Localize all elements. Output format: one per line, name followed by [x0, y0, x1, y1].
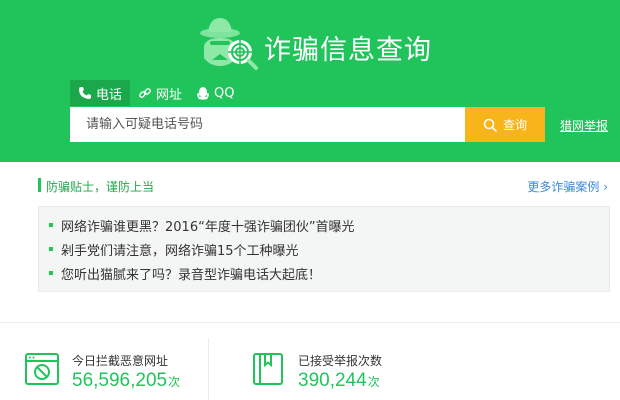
search-type-tabs: 电话 网址 QQ — [70, 80, 243, 106]
tips-header: 防骗贴士，谨防上当 更多诈骗案例 › — [38, 176, 610, 196]
chevron-right-icon: › — [603, 180, 608, 194]
news-item-text: 网络诈骗谁更黑？2016“年度十强诈骗团伙”首曝光 — [61, 219, 355, 235]
search-bar: 查询 — [70, 107, 545, 142]
list-item[interactable]: 网络诈骗谁更黑？2016“年度十强诈骗团伙”首曝光 — [49, 213, 609, 237]
news-item-text: 剁手党们请注意，网络诈骗15个工种曝光 — [61, 243, 299, 259]
stat-reports: 已接受举报次数 390,244次 — [250, 345, 440, 395]
bullet-dot — [49, 223, 53, 227]
search-input[interactable] — [70, 107, 465, 142]
tips-title: 防骗贴士，谨防上当 — [46, 180, 155, 194]
tab-qq-label: QQ — [214, 85, 235, 101]
search-button[interactable]: 查询 — [465, 107, 545, 142]
stat-unit: 次 — [168, 375, 181, 389]
bullet-dot — [49, 247, 53, 251]
spy-magnifier-icon — [200, 18, 258, 70]
stat-value: 390,244次 — [298, 370, 380, 392]
stat-label: 今日拦截恶意网址 — [72, 354, 169, 368]
qq-penguin-icon — [197, 87, 209, 100]
news-list: 网络诈骗谁更黑？2016“年度十强诈骗团伙”首曝光 剁手党们请注意，网络诈骗15… — [38, 206, 610, 292]
tab-phone-label: 电话 — [96, 87, 123, 103]
section-divider — [0, 322, 620, 323]
stat-separator — [208, 338, 209, 400]
list-item[interactable]: 您听出猫腻来了吗？录音型诈骗电话大起底！ — [49, 261, 609, 285]
stat-number: 56,596,205 — [72, 370, 168, 391]
logo: 诈骗信息查询 — [196, 14, 466, 74]
tab-url[interactable]: 网址 — [130, 80, 190, 106]
tab-qq[interactable]: QQ — [190, 80, 242, 106]
stat-number: 390,244 — [298, 370, 367, 391]
blocked-browser-icon — [25, 353, 59, 385]
phone-icon — [79, 87, 91, 99]
header-banner: 诈骗信息查询 电话 网址 QQ 请输入可疑电话号码 查询 猎网举报 — [0, 0, 620, 162]
stat-label: 已接受举报次数 — [298, 354, 383, 368]
report-book-icon — [253, 353, 283, 385]
search-icon — [483, 118, 497, 132]
search-button-label: 查询 — [502, 118, 527, 132]
bullet-dot — [49, 271, 53, 275]
stat-unit: 次 — [367, 375, 380, 389]
stat-blocked-urls: 今日拦截恶意网址 56,596,205次 — [24, 345, 214, 395]
link-icon — [139, 88, 151, 98]
news-item-text: 您听出猫腻来了吗？录音型诈骗电话大起底！ — [61, 267, 322, 283]
stat-value: 56,596,205次 — [72, 370, 180, 392]
tab-phone[interactable]: 电话 — [70, 80, 131, 106]
more-cases-link[interactable]: 更多诈骗案例 › — [527, 178, 608, 195]
tips-accent-bar — [38, 178, 41, 192]
list-item[interactable]: 剁手党们请注意，网络诈骗15个工种曝光 — [49, 237, 609, 261]
tab-url-label: 网址 — [156, 87, 183, 103]
page-title: 诈骗信息查询 — [264, 35, 432, 66]
report-link[interactable]: 猎网举报 — [560, 117, 608, 134]
more-cases-label: 更多诈骗案例 — [527, 180, 600, 194]
